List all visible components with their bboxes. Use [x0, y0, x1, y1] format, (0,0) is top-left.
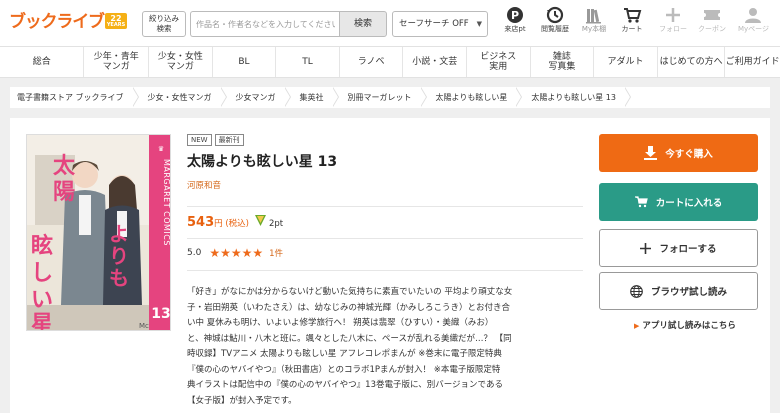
- cover-title-char: 星: [31, 311, 53, 331]
- svg-text:P: P: [511, 9, 519, 22]
- nav-item-general[interactable]: 総合: [0, 47, 85, 77]
- follow-link[interactable]: フォロー: [658, 5, 688, 34]
- cover-title-char: い: [31, 287, 53, 313]
- breadcrumb-current: 太陽よりも眩しい星 13: [522, 87, 631, 108]
- divider: [187, 238, 583, 239]
- globe-icon: [630, 284, 643, 298]
- nav-item-tl[interactable]: TL: [276, 47, 340, 77]
- category-nav: 総合 少年・青年 マンガ 少女・女性 マンガ BL TL ラノベ 小説・文芸 ビジネ…: [0, 46, 780, 78]
- search-button[interactable]: 検索: [339, 11, 387, 37]
- breadcrumb-shojo-manga[interactable]: 少女マンガ: [227, 87, 291, 108]
- nav-item-bl[interactable]: BL: [213, 47, 277, 77]
- cover-title-char: り: [109, 244, 129, 268]
- bookshelf-link[interactable]: My本棚: [579, 5, 609, 34]
- breadcrumb-publisher[interactable]: 集英社: [291, 87, 339, 108]
- plus-icon: [666, 8, 680, 22]
- safe-search-select[interactable]: セーフサーチ OFF ▼: [392, 11, 488, 37]
- cart-link[interactable]: カート: [617, 5, 647, 34]
- cart-icon: [634, 196, 648, 208]
- point-icon: [254, 215, 266, 226]
- plus-icon: [640, 242, 652, 254]
- nav-item-novel[interactable]: 小説・文芸: [403, 47, 468, 77]
- author-link[interactable]: 河原和音: [187, 179, 221, 191]
- product-panel: 太 陽 よ り も 眩 し い 星 ♛ MARGARET COMICS 13 M…: [10, 118, 770, 413]
- user-icon: [745, 8, 761, 23]
- cover-title-char: 太: [53, 153, 76, 179]
- raiten-point-link[interactable]: P 来店pt: [500, 5, 530, 34]
- triangle-right-icon: ▶: [634, 322, 640, 330]
- new-badge: NEW: [187, 134, 212, 146]
- cover-art: 太 陽 よ り も 眩 し い 星 ♛ MARGARET COMICS 13 M…: [27, 135, 171, 331]
- cart-icon: [624, 8, 642, 23]
- point-p-icon: P: [507, 7, 523, 23]
- price: 543: [187, 215, 215, 230]
- price-row: 543 円 (税込) 2pt: [187, 215, 283, 230]
- browser-trial-button[interactable]: ブラウザ試し読み: [599, 272, 758, 310]
- cover-volume: 13: [151, 306, 170, 322]
- clock-history-icon: [546, 6, 564, 24]
- breadcrumb-store[interactable]: 電子書籍ストア ブックライブ: [10, 87, 139, 108]
- book-title: 太陽よりも眩しい星 13: [187, 154, 338, 170]
- filter-search-button[interactable]: 絞り込み 検索: [142, 11, 186, 37]
- cover-publisher-mark: Mc: [139, 322, 149, 330]
- cover-title-char: も: [109, 266, 129, 290]
- review-count-link[interactable]: 1件: [269, 247, 283, 259]
- rating-row: 5.0 ★★★★★ 1件: [187, 247, 283, 259]
- breadcrumb-series[interactable]: 太陽よりも眩しい星: [427, 87, 523, 108]
- divider: [187, 206, 583, 207]
- nav-item-ranobe[interactable]: ラノベ: [340, 47, 404, 77]
- nav-item-magazine[interactable]: 雑誌 写真集: [531, 47, 595, 77]
- mypage-link[interactable]: Myページ: [738, 5, 769, 34]
- nav-item-adult[interactable]: アダルト: [594, 47, 658, 77]
- download-icon: [644, 146, 658, 160]
- nav-item-business[interactable]: ビジネス 実用: [467, 47, 531, 77]
- rating-score: 5.0: [187, 248, 202, 258]
- history-link[interactable]: 閲覧履歴: [540, 5, 570, 34]
- breadcrumb: 電子書籍ストア ブックライブ 少女・女性マンガ 少女マンガ 集英社 別冊マーガレ…: [10, 87, 770, 108]
- nav-item-beginners[interactable]: はじめての方へ: [658, 47, 726, 77]
- follow-button[interactable]: フォローする: [599, 229, 758, 267]
- bookshelf-icon: [586, 9, 601, 24]
- cover-title-char: 眩: [31, 233, 53, 259]
- cover-title-char: 陽: [53, 179, 75, 205]
- breadcrumb-bar: 電子書籍ストア ブックライブ 少女・女性マンガ 少女マンガ 集英社 別冊マーガレ…: [0, 78, 780, 118]
- latest-badge: 最新刊: [214, 134, 244, 146]
- breadcrumb-magazine[interactable]: 別冊マーガレット: [339, 87, 427, 108]
- book-cover-image[interactable]: 太 陽 よ り も 眩 し い 星 ♛ MARGARET COMICS 13 M…: [26, 134, 171, 331]
- book-description: 「好き」がなにかは分からないけど動いた気持ちに素直でいたいの 平均より頑丈な女 …: [187, 287, 513, 406]
- book-tags: NEW 最新刊: [187, 134, 244, 146]
- breadcrumb-shojo-josei[interactable]: 少女・女性マンガ: [139, 87, 227, 108]
- nav-item-guide[interactable]: ご利用ガイド: [725, 47, 780, 77]
- points: 2pt: [268, 219, 284, 229]
- coupon-icon: [704, 10, 720, 20]
- price-unit: 円 (税込): [214, 219, 249, 229]
- cover-label: MARGARET COMICS: [162, 159, 171, 246]
- anniversary-badge: 22 YEARS: [104, 13, 128, 29]
- nav-item-shojo-josei[interactable]: 少女・女性 マンガ: [149, 47, 213, 77]
- logo-text: ブックライブ: [9, 12, 105, 32]
- coupon-link[interactable]: クーポン: [697, 5, 727, 34]
- cover-title-char: し: [31, 260, 53, 286]
- search-input[interactable]: [190, 11, 340, 37]
- site-header: ブックライブ 22YEARS 絞り込み 検索 検索 セーフサーチ OFF▼ P …: [0, 0, 780, 46]
- chevron-down-icon: ▼: [476, 20, 482, 28]
- svg-text:♛: ♛: [158, 145, 164, 153]
- cover-title-char: よ: [109, 222, 129, 246]
- star-rating-icon: ★★★★★: [209, 246, 264, 260]
- divider: [187, 270, 583, 271]
- add-to-cart-button[interactable]: カートに入れる: [599, 183, 758, 221]
- buy-now-button[interactable]: 今すぐ購入: [599, 134, 758, 172]
- nav-item-shonen-seinen[interactable]: 少年・青年 マンガ: [84, 47, 150, 77]
- site-logo[interactable]: ブックライブ 22 YEARS: [9, 11, 128, 35]
- app-trial-link[interactable]: ▶ アプリ試し読みはこちら: [634, 319, 736, 331]
